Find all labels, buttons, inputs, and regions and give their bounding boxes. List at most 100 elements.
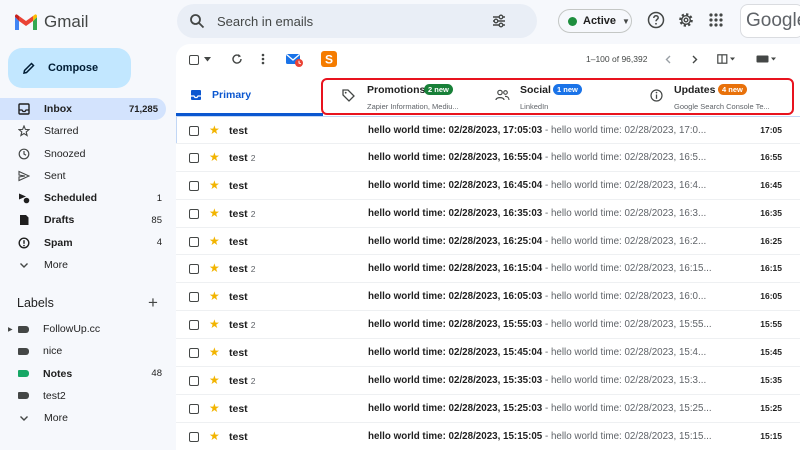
help-icon[interactable] bbox=[647, 11, 665, 29]
row-checkbox[interactable] bbox=[189, 264, 199, 275]
star-icon[interactable]: ★ bbox=[209, 150, 220, 164]
table-row[interactable]: ★ test hello world time: 02/28/2023, 16:05… bbox=[176, 283, 800, 312]
draft-icon bbox=[20, 215, 29, 226]
row-checkbox[interactable] bbox=[189, 292, 199, 303]
row-checkbox[interactable] bbox=[189, 126, 199, 136]
row-checkbox[interactable] bbox=[189, 348, 199, 359]
chevron-down-icon bbox=[20, 416, 28, 422]
row-checkbox[interactable] bbox=[189, 403, 199, 414]
row-checkbox[interactable] bbox=[189, 376, 199, 387]
expand-arrow-icon[interactable]: ▶ bbox=[8, 326, 13, 333]
search-options-icon[interactable] bbox=[491, 13, 507, 29]
sidebar-item-more[interactable]: More bbox=[0, 254, 170, 276]
add-label-icon[interactable]: + bbox=[148, 293, 158, 313]
star-icon[interactable]: ★ bbox=[209, 234, 220, 248]
chevron-right-icon[interactable] bbox=[692, 55, 698, 64]
subject: hello world time: 02/28/2023, 17:05:03 bbox=[368, 125, 543, 136]
gmail-logo[interactable]: Gmail bbox=[14, 12, 164, 32]
status-dropdown[interactable]: Active ▼ bbox=[558, 9, 632, 33]
extension-s-icon[interactable]: S bbox=[320, 50, 338, 68]
row-checkbox[interactable] bbox=[189, 180, 199, 191]
labels-more[interactable]: More bbox=[0, 407, 170, 429]
star-icon[interactable]: ★ bbox=[209, 206, 220, 220]
sidebar-item-count: 85 bbox=[151, 214, 162, 226]
star-icon[interactable]: ★ bbox=[209, 261, 220, 275]
more-vert-icon[interactable] bbox=[261, 53, 265, 65]
table-row[interactable]: ★ test hello world time: 02/28/2023, 16:45… bbox=[176, 172, 800, 200]
star-icon[interactable]: ★ bbox=[209, 289, 220, 303]
select-all-checkbox[interactable] bbox=[189, 55, 199, 65]
sidebar-item-spam[interactable]: Spam 4 bbox=[0, 232, 170, 254]
email-list: ★ test hello world time: 02/28/2023, 17:05… bbox=[176, 116, 800, 450]
sidebar-item-label: Inbox bbox=[44, 103, 72, 115]
thread-count: 2 bbox=[250, 320, 256, 331]
star-icon[interactable]: ★ bbox=[209, 123, 220, 137]
table-row[interactable]: ★ test 2 hello world time: 02/28/2023, 15:3… bbox=[176, 367, 800, 395]
timestamp: 16:45 bbox=[760, 179, 782, 190]
sender-name: test bbox=[229, 402, 248, 415]
row-checkbox[interactable] bbox=[189, 152, 199, 163]
message-preview: hello world time: 02/28/2023, 16:15:04 -… bbox=[368, 263, 713, 274]
star-icon[interactable]: ★ bbox=[209, 178, 220, 192]
svg-text:S: S bbox=[325, 53, 333, 67]
timestamp: 15:25 bbox=[760, 402, 782, 413]
star-icon[interactable]: ★ bbox=[209, 429, 220, 443]
app-name: Gmail bbox=[44, 12, 89, 31]
status-dot-icon bbox=[568, 16, 577, 26]
table-row[interactable]: ★ test 2 hello world time: 02/28/2023, 16:3… bbox=[176, 200, 800, 228]
label-name: More bbox=[44, 412, 68, 425]
subject: hello world time: 02/28/2023, 16:05:03 bbox=[368, 291, 543, 303]
table-row[interactable]: ★ test 2 hello world time: 02/28/2023, 16:1… bbox=[176, 255, 800, 284]
search-bar[interactable] bbox=[177, 4, 537, 38]
message-preview: hello world time: 02/28/2023, 15:25:03 -… bbox=[368, 403, 713, 414]
thread-count: 2 bbox=[250, 152, 256, 163]
label-item-notes[interactable]: Notes 48 bbox=[0, 363, 170, 385]
label-tag-icon bbox=[18, 325, 29, 333]
row-checkbox[interactable] bbox=[189, 208, 199, 219]
star-icon[interactable]: ★ bbox=[209, 401, 220, 415]
sidebar-item-starred[interactable]: Starred bbox=[0, 120, 170, 142]
star-icon[interactable]: ★ bbox=[209, 317, 220, 331]
apps-grid-icon[interactable] bbox=[707, 11, 725, 29]
table-row[interactable]: ★ test hello world time: 02/28/2023, 16:25… bbox=[176, 228, 800, 256]
refresh-icon[interactable] bbox=[231, 53, 243, 65]
search-input[interactable] bbox=[217, 13, 487, 29]
table-row[interactable]: ★ test hello world time: 02/28/2023, 15:25… bbox=[176, 395, 800, 423]
gear-icon[interactable] bbox=[677, 11, 695, 29]
compose-button[interactable]: Compose bbox=[8, 48, 131, 88]
sidebar-item-label: Snoozed bbox=[44, 147, 86, 160]
scheduled-icon bbox=[19, 193, 30, 204]
message-preview: hello world time: 02/28/2023, 16:35:03 -… bbox=[368, 208, 713, 219]
sender-name: test bbox=[229, 430, 248, 443]
table-row[interactable]: ★ test 2 hello world time: 02/28/2023, 15:5… bbox=[176, 311, 800, 340]
sidebar-item-scheduled[interactable]: Scheduled 1 bbox=[0, 187, 170, 209]
star-icon[interactable]: ★ bbox=[209, 345, 220, 359]
table-row[interactable]: ★ test hello world time: 02/28/2023, 15:15… bbox=[176, 423, 800, 450]
subject: hello world time: 02/28/2023, 15:25:03 bbox=[368, 402, 543, 414]
sender-name: test bbox=[229, 235, 248, 248]
sidebar-item-snoozed[interactable]: Snoozed bbox=[0, 143, 170, 165]
table-row[interactable]: ★ test hello world time: 02/28/2023, 15:45… bbox=[176, 339, 800, 368]
table-row[interactable]: ★ test hello world time: 02/28/2023, 17:05… bbox=[176, 116, 800, 144]
chevron-left-icon[interactable] bbox=[665, 55, 671, 64]
label-item-test2[interactable]: test2 bbox=[0, 385, 170, 407]
sender-name: test bbox=[229, 291, 248, 304]
followup-extension-icon[interactable] bbox=[285, 51, 304, 68]
search-icon[interactable] bbox=[189, 13, 205, 29]
label-item-nice[interactable]: nice bbox=[0, 340, 170, 362]
select-caret-icon[interactable] bbox=[204, 57, 211, 62]
row-checkbox[interactable] bbox=[189, 320, 199, 331]
row-checkbox[interactable] bbox=[189, 431, 199, 442]
table-row[interactable]: ★ test 2 hello world time: 02/28/2023, 16:5… bbox=[176, 144, 800, 172]
message-preview: hello world time: 02/28/2023, 16:55:04 -… bbox=[368, 152, 713, 163]
split-pane-icon[interactable] bbox=[717, 54, 737, 64]
sidebar-item-sent[interactable]: Sent bbox=[0, 165, 170, 187]
sidebar-item-drafts[interactable]: Drafts 85 bbox=[0, 209, 170, 231]
tab-primary[interactable]: Primary bbox=[176, 76, 323, 116]
keyboard-icon[interactable] bbox=[756, 54, 778, 64]
star-icon[interactable]: ★ bbox=[209, 373, 220, 387]
label-item-followup[interactable]: ▶ FollowUp.cc bbox=[0, 318, 170, 340]
google-account-button[interactable]: Google bbox=[740, 4, 800, 38]
sidebar-item-inbox[interactable]: Inbox 71,285 bbox=[0, 98, 166, 120]
row-checkbox[interactable] bbox=[189, 236, 199, 247]
